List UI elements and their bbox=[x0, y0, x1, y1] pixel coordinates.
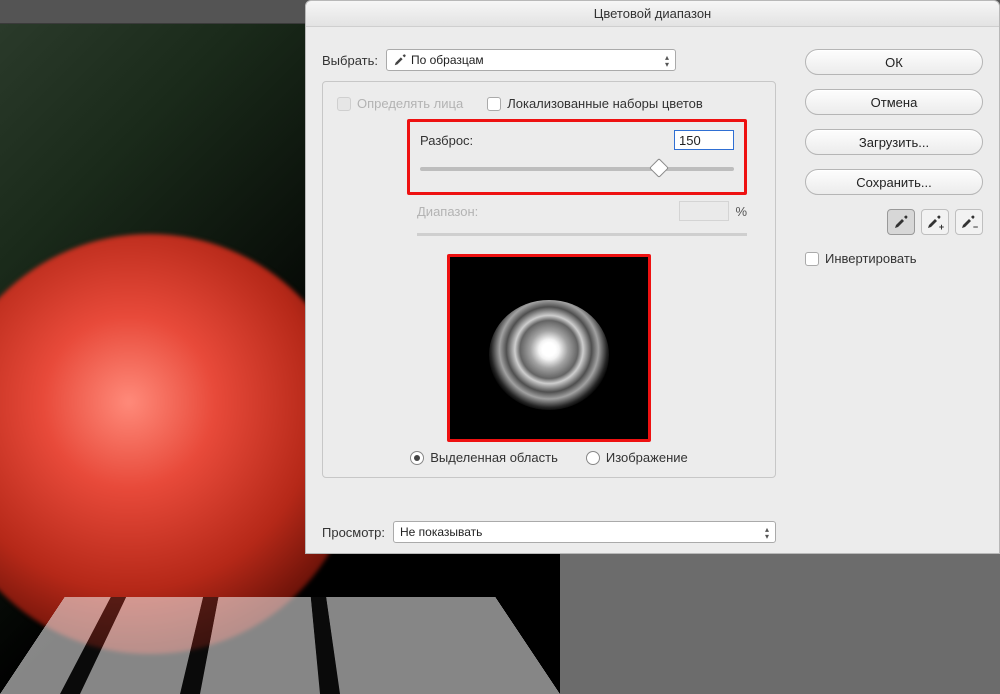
right-column: ОК Отмена Загрузить... Сохранить... + − bbox=[805, 49, 983, 266]
dialog-content: Выбрать: По образцам Определять лица Лок… bbox=[306, 27, 999, 553]
radio-image-label: Изображение bbox=[606, 450, 688, 465]
select-combo[interactable]: По образцам bbox=[386, 49, 676, 71]
detect-faces-checkbox: Определять лица bbox=[337, 96, 463, 111]
selection-preview[interactable] bbox=[447, 254, 651, 442]
preview-combo[interactable]: Не показывать bbox=[393, 521, 776, 543]
invert-label: Инвертировать bbox=[825, 251, 917, 266]
preview-value: Не показывать bbox=[400, 525, 482, 539]
preview-label: Просмотр: bbox=[322, 525, 385, 540]
eyedropper-add-tool[interactable]: + bbox=[921, 209, 949, 235]
preview-rose-image bbox=[489, 300, 609, 410]
fuzziness-slider[interactable] bbox=[420, 160, 734, 178]
chevron-updown-icon bbox=[665, 53, 669, 69]
select-label: Выбрать: bbox=[322, 53, 378, 68]
fuzziness-label: Разброс: bbox=[420, 133, 473, 148]
checkbox-icon bbox=[805, 252, 819, 266]
minus-icon: − bbox=[973, 222, 978, 232]
eyedropper-subtract-tool[interactable]: − bbox=[955, 209, 983, 235]
eyedropper-icon bbox=[893, 214, 909, 230]
select-value: По образцам bbox=[411, 53, 484, 67]
eyedropper-icon bbox=[393, 53, 407, 67]
options-group: Определять лица Локализованные наборы цв… bbox=[322, 81, 776, 478]
color-range-dialog: Цветовой диапазон Выбрать: По образцам О… bbox=[305, 0, 1000, 554]
plus-icon: + bbox=[939, 222, 944, 232]
invert-checkbox[interactable]: Инвертировать bbox=[805, 251, 983, 266]
range-block: Диапазон: % bbox=[417, 201, 747, 236]
chevron-updown-icon bbox=[765, 525, 769, 541]
load-button[interactable]: Загрузить... bbox=[805, 129, 983, 155]
fuzziness-block: Разброс: bbox=[407, 119, 747, 195]
preview-select-row: Просмотр: Не показывать bbox=[322, 521, 776, 543]
save-button[interactable]: Сохранить... bbox=[805, 169, 983, 195]
dialog-title[interactable]: Цветовой диапазон bbox=[306, 1, 999, 27]
ok-button[interactable]: ОК bbox=[805, 49, 983, 75]
slider-track bbox=[420, 167, 734, 171]
eyedropper-tool[interactable] bbox=[887, 209, 915, 235]
fuzziness-row: Разброс: bbox=[420, 130, 734, 150]
slider-thumb[interactable] bbox=[649, 158, 669, 178]
localized-checkbox[interactable]: Локализованные наборы цветов bbox=[487, 96, 703, 111]
radio-selection-label: Выделенная область bbox=[430, 450, 558, 465]
select-row: Выбрать: По образцам bbox=[322, 49, 776, 71]
radio-image[interactable]: Изображение bbox=[586, 450, 688, 465]
fuzziness-input[interactable] bbox=[674, 130, 734, 150]
radio-icon bbox=[586, 451, 600, 465]
range-slider-track bbox=[417, 233, 747, 236]
radio-selection[interactable]: Выделенная область bbox=[410, 450, 558, 465]
radio-icon bbox=[410, 451, 424, 465]
checkbox-icon bbox=[337, 97, 351, 111]
range-row: Диапазон: % bbox=[417, 201, 747, 221]
preview-mode-radios: Выделенная область Изображение bbox=[337, 450, 761, 465]
localized-label: Локализованные наборы цветов bbox=[507, 96, 703, 111]
detect-faces-label: Определять лица bbox=[357, 96, 463, 111]
left-column: Выбрать: По образцам Определять лица Лок… bbox=[322, 49, 776, 478]
cancel-button[interactable]: Отмена bbox=[805, 89, 983, 115]
eyedropper-tools: + − bbox=[805, 209, 983, 235]
range-label: Диапазон: bbox=[417, 204, 478, 219]
checkbox-row: Определять лица Локализованные наборы цв… bbox=[337, 96, 761, 111]
checkbox-icon bbox=[487, 97, 501, 111]
range-input bbox=[679, 201, 729, 221]
range-unit: % bbox=[735, 204, 747, 219]
